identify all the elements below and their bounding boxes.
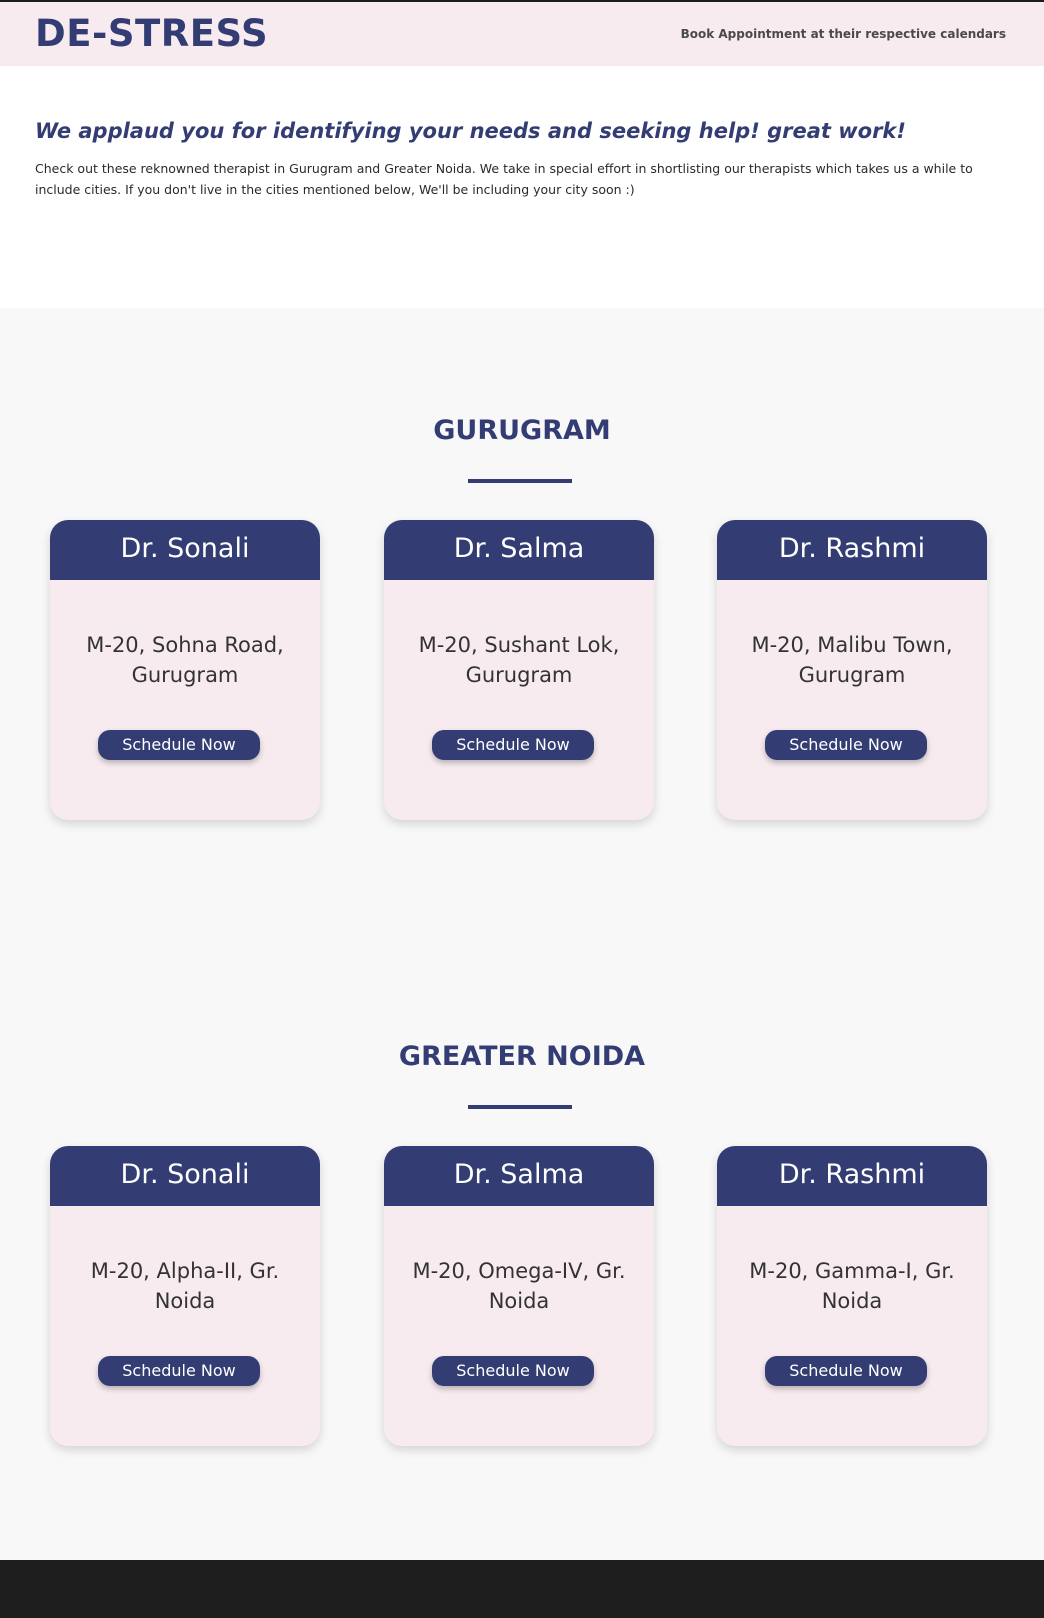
schedule-now-button[interactable]: Schedule Now <box>432 1356 594 1386</box>
schedule-now-button[interactable]: Schedule Now <box>765 730 927 760</box>
therapist-address: M-20, Sushant Lok, Gurugram <box>418 633 620 687</box>
site-logo[interactable]: DE-STRESS <box>35 12 268 55</box>
therapist-name: Dr. Sonali <box>50 520 320 580</box>
site-header: DE-STRESS Book Appointment at their resp… <box>0 2 1044 66</box>
therapist-address: M-20, Sohna Road, Gurugram <box>86 633 284 687</box>
book-appointment-link[interactable]: Book Appointment at their respective cal… <box>681 27 1006 41</box>
intro-text: Check out these reknowned therapist in G… <box>35 161 973 197</box>
site-footer <box>0 1560 1044 1618</box>
therapist-card: Dr. Salma M-20, Omega-IV, Gr. Noida Sche… <box>384 1146 654 1446</box>
therapist-card: Dr. Rashmi M-20, Malibu Town, Gurugram S… <box>717 520 987 820</box>
therapist-name: Dr. Salma <box>384 520 654 580</box>
therapist-address: M-20, Omega-IV, Gr. Noida <box>412 1259 626 1313</box>
therapist-card: Dr. Sonali M-20, Alpha-II, Gr. Noida Sch… <box>50 1146 320 1446</box>
therapist-card: Dr. Rashmi M-20, Gamma-I, Gr. Noida Sche… <box>717 1146 987 1446</box>
intro-title: We applaud you for identifying your need… <box>35 119 906 143</box>
schedule-now-button[interactable]: Schedule Now <box>98 1356 260 1386</box>
schedule-now-button[interactable]: Schedule Now <box>98 730 260 760</box>
schedule-now-button[interactable]: Schedule Now <box>765 1356 927 1386</box>
schedule-now-button[interactable]: Schedule Now <box>432 730 594 760</box>
section-underline <box>468 1105 572 1109</box>
section-title-gurugram: GURUGRAM <box>433 415 611 446</box>
section-underline <box>468 479 572 483</box>
therapist-name: Dr. Rashmi <box>717 520 987 580</box>
therapist-address: M-20, Alpha-II, Gr. Noida <box>90 1259 280 1313</box>
therapist-address: M-20, Gamma-I, Gr. Noida <box>749 1259 955 1313</box>
intro-section: We applaud you for identifying your need… <box>0 66 1044 308</box>
section-title-greater-noida: GREATER NOIDA <box>398 1041 646 1072</box>
therapist-address: M-20, Malibu Town, Gurugram <box>751 633 953 687</box>
therapist-card: Dr. Sonali M-20, Sohna Road, Gurugram Sc… <box>50 520 320 820</box>
therapist-name: Dr. Rashmi <box>717 1146 987 1206</box>
therapist-name: Dr. Salma <box>384 1146 654 1206</box>
therapist-name: Dr. Sonali <box>50 1146 320 1206</box>
therapist-card: Dr. Salma M-20, Sushant Lok, Gurugram Sc… <box>384 520 654 820</box>
